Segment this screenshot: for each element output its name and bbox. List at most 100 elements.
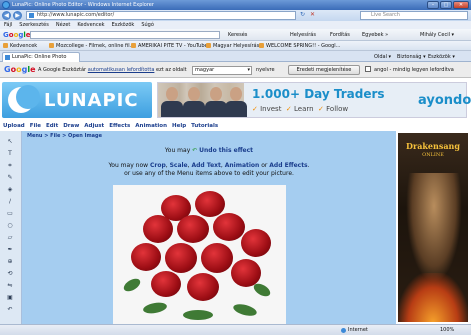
undo-message: You may ↶ Undo this effect: [22, 147, 396, 154]
stop-icon[interactable]: ✕: [310, 11, 315, 18]
banner-ad[interactable]: 1.000+ Day Traders ✓ Invest ✓ Learn ✓ Fo…: [157, 82, 471, 118]
animation-link[interactable]: Animation: [225, 162, 260, 169]
tool-picker-icon[interactable]: ✒: [5, 245, 15, 254]
translate-text-after: nyelvre: [256, 67, 275, 73]
ad-brand: ayondo: [418, 93, 471, 108]
menu-file[interactable]: Fájl: [4, 21, 12, 29]
menu-adjust[interactable]: Adjust: [84, 122, 104, 131]
zoom-level[interactable]: 100%: [440, 327, 454, 334]
source-language-value: magyar: [195, 67, 215, 73]
window-title: LunaPic: Online Photo Editor - Windows I…: [12, 2, 154, 8]
menu-tools[interactable]: Eszközök: [112, 21, 135, 29]
google-toolbar: Google Keresés Helyesírás Fordítás Egyeb…: [0, 29, 471, 41]
account-menu[interactable]: Mihály Cecil ▾: [420, 31, 454, 39]
google-logo: Google: [3, 31, 31, 39]
translate-button[interactable]: Fordítás: [330, 31, 350, 39]
more-button[interactable]: Egyebek »: [362, 31, 388, 39]
menu-lp-help[interactable]: Help: [172, 122, 186, 131]
favorites-button[interactable]: Kedvencek: [2, 42, 37, 50]
status-bar: Internet 100%: [0, 324, 471, 335]
show-original-button[interactable]: Eredeti megjelenítése: [288, 65, 360, 75]
moon-icon: [8, 85, 40, 113]
crop-link[interactable]: Crop: [150, 162, 166, 169]
edited-image[interactable]: [113, 185, 286, 324]
maximize-button[interactable]: □: [440, 1, 452, 9]
lunapic-header: LUNAPIC 1.000+ Day Traders ✓ Invest ✓ Le…: [0, 78, 471, 122]
window-title-bar: LunaPic: Online Photo Editor - Windows I…: [0, 0, 471, 10]
tool-circle-icon[interactable]: ○: [5, 221, 15, 230]
menu-help[interactable]: Súgó: [141, 21, 154, 29]
menu-view[interactable]: Nézet: [56, 21, 70, 29]
undo-link[interactable]: Undo this effect: [199, 147, 253, 154]
tool-sidebar: ↖ T ⌗ ✎ ◈ ∕ ▭ ○ ▱ ✒ ⊕ ⟲ ⇋ ▣ ↶: [0, 131, 22, 324]
side-ad[interactable]: Drakensang ONLINE: [396, 131, 471, 324]
spellcheck-button[interactable]: Helyesírás: [290, 31, 316, 39]
tool-text-icon[interactable]: T: [5, 149, 15, 158]
undo-icon: ↶: [192, 147, 198, 154]
url-field[interactable]: http://www.lunapic.com/editor/: [26, 11, 296, 20]
favorite-link-welcome-spring[interactable]: WELCOME SPRING!! - Googl...: [258, 42, 340, 50]
favorite-link-mozcollege[interactable]: Mozcollege - Filmek, online fil...: [48, 42, 134, 50]
tool-rect-icon[interactable]: ▭: [5, 209, 15, 218]
favorites-bar: Kedvencek Mozcollege - Filmek, online fi…: [0, 41, 471, 51]
tool-zoom-icon[interactable]: ⊕: [5, 257, 15, 266]
menu-draw[interactable]: Draw: [63, 122, 79, 131]
tool-eraser-icon[interactable]: ▱: [5, 233, 15, 242]
menu-upload[interactable]: Upload: [3, 122, 25, 131]
tool-save-icon[interactable]: ▣: [5, 293, 15, 302]
tool-undo-icon[interactable]: ↶: [5, 305, 15, 314]
window-controls: – □ ✕: [427, 1, 469, 9]
menu-lp-file[interactable]: File: [30, 122, 41, 131]
ie-icon: [2, 1, 10, 9]
safety-menu[interactable]: Biztonság ▾: [397, 53, 426, 61]
page-menu[interactable]: Oldal ▾: [374, 53, 391, 61]
menu-effects[interactable]: Effects: [109, 122, 130, 131]
ad-steps: ✓ Invest ✓ Learn ✓ Follow: [252, 105, 349, 113]
ad-step-learn: Learn: [294, 105, 314, 113]
translate-message: A Google Eszköztár automatikusan lefordí…: [38, 67, 187, 74]
favorite-link-amerikai-pite[interactable]: AMERIKAI PITE TV - YouTube: [130, 42, 208, 50]
tool-line-icon[interactable]: ∕: [5, 197, 15, 206]
tool-brush-icon[interactable]: ✎: [5, 173, 15, 182]
game-ad-figure: [406, 173, 462, 283]
tab-lunapic[interactable]: LunaPic: Online Photo Editor: [2, 52, 80, 69]
back-icon[interactable]: ◀: [2, 11, 11, 20]
address-bar: ◀ ▶ http://www.lunapic.com/editor/ ↻ ✕ L…: [0, 10, 471, 21]
menu-animation[interactable]: Animation: [135, 122, 167, 131]
favicon-icon: [29, 13, 34, 18]
source-language-select[interactable]: magyar: [192, 66, 252, 75]
search-input[interactable]: Live Search: [360, 11, 468, 20]
google-search-input[interactable]: [30, 31, 220, 39]
tool-crop-icon[interactable]: ⌗: [5, 161, 15, 170]
forward-icon[interactable]: ▶: [13, 11, 22, 20]
menu-favorites[interactable]: Kedvencek: [77, 21, 104, 29]
always-translate-checkbox[interactable]: [365, 66, 371, 72]
minimize-button[interactable]: –: [427, 1, 439, 9]
favorite-link-helyesiras[interactable]: Magyar Helyesírás: [205, 42, 259, 50]
always-translate-label: angol - mindig legyen lefordítva: [374, 67, 454, 73]
menu-lp-edit[interactable]: Edit: [46, 122, 58, 131]
game-ad-banner: Drakensang ONLINE: [398, 133, 468, 322]
tool-rotate-icon[interactable]: ⟲: [5, 269, 15, 278]
menu-edit[interactable]: Szerkesztés: [19, 21, 49, 29]
tool-flip-icon[interactable]: ⇋: [5, 281, 15, 290]
translate-text-before: A Google Eszköztár: [38, 67, 87, 73]
close-button[interactable]: ✕: [453, 1, 469, 9]
menu-tutorials[interactable]: Tutorials: [191, 122, 218, 131]
tool-fill-icon[interactable]: ◈: [5, 185, 15, 194]
translate-link[interactable]: automatikusan lefordította: [88, 67, 155, 73]
url-text: http://www.lunapic.com/editor/: [37, 12, 115, 18]
add-effects-link[interactable]: Add Effects: [269, 162, 307, 169]
google-search-button[interactable]: Keresés: [228, 31, 247, 39]
tool-pointer-icon[interactable]: ↖: [5, 137, 15, 146]
refresh-icon[interactable]: ↻: [300, 11, 305, 18]
edit-suggestion: You may now Crop, Scale, Add Text, Anima…: [108, 162, 310, 169]
internet-zone-icon: Internet: [340, 327, 368, 334]
tools-menu[interactable]: Eszközök ▾: [428, 53, 455, 61]
scale-link[interactable]: Scale: [170, 162, 188, 169]
add-text-link[interactable]: Add Text: [191, 162, 220, 169]
game-ad-fire: [398, 273, 468, 322]
translate-bar: Google A Google Eszköztár automatikusan …: [0, 62, 471, 78]
lunapic-logo[interactable]: LUNAPIC: [2, 82, 152, 118]
google-translate-logo: Google: [4, 65, 36, 74]
